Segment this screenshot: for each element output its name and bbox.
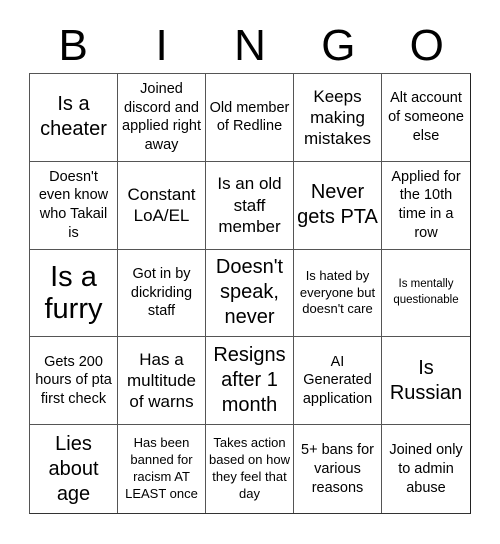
bingo-cell[interactable]: Constant LoA/EL [118, 161, 206, 250]
bingo-cell-text: Applied for the 10th time in a row [391, 168, 461, 242]
bingo-cell[interactable]: Is an old staff member [206, 161, 294, 250]
bingo-cell-text: 5+ bans for various reasons [301, 441, 374, 496]
bingo-cell[interactable]: Takes action based on how they feel that… [206, 425, 294, 513]
bingo-cell[interactable]: Resigns after 1 month [206, 337, 294, 426]
header-letter-n: N [234, 20, 266, 70]
bingo-cell[interactable]: Has a multitude of warns [118, 337, 206, 426]
bingo-cell[interactable]: Doesn't even know who Takail is [30, 161, 118, 250]
bingo-cell-text: Doesn't even know who Takail is [38, 168, 109, 242]
bingo-cell[interactable]: Is mentally questionable [382, 250, 470, 338]
bingo-cell[interactable]: AI Generated application [294, 337, 382, 426]
bingo-cell[interactable]: Alt account of someone else [382, 74, 470, 162]
header-letter-b: B [58, 20, 88, 70]
bingo-cell-text: Has a multitude of warns [127, 349, 196, 412]
bingo-cell-text: Gets 200 hours of pta first check [35, 353, 112, 408]
bingo-cell-text: Constant LoA/EL [127, 184, 196, 226]
header-letter-i: I [155, 20, 168, 70]
bingo-cell-text: Joined discord and applied right away [122, 80, 201, 154]
bingo-cell[interactable]: 5+ bans for various reasons [294, 425, 382, 513]
header-letter-g: G [321, 20, 356, 70]
bingo-cell[interactable]: Is Russian [382, 337, 470, 426]
bingo-cell-text: Doesn't speak, never [215, 256, 284, 329]
bingo-cell-text: Has been banned for racism AT LEAST once [125, 435, 198, 501]
bingo-cell-text: Never gets PTA [297, 181, 378, 229]
bingo-cell[interactable]: Gets 200 hours of pta first check [30, 337, 118, 426]
bingo-cell[interactable]: Old member of Redline [206, 74, 294, 162]
bingo-cell[interactable]: Never gets PTA [294, 161, 382, 250]
bingo-cell[interactable]: Is a furry [30, 249, 118, 338]
bingo-cell[interactable]: Is hated by everyone but doesn't care [294, 249, 382, 338]
bingo-header: B I N G O [29, 18, 471, 73]
bingo-cell-text: Is hated by everyone but doesn't care [299, 267, 376, 317]
bingo-cell[interactable]: Joined discord and applied right away [118, 74, 206, 162]
bingo-cell-text: Got in by dickriding staff [130, 265, 193, 320]
bingo-cell[interactable]: Joined only to admin abuse [382, 425, 470, 513]
bingo-cell-text: Takes action based on how they feel that… [209, 435, 290, 501]
header-letter-o: O [409, 20, 444, 70]
bingo-cell[interactable]: Keeps making mistakes [294, 74, 382, 162]
bingo-grid: Is a cheater Joined discord and applied … [29, 73, 471, 514]
bingo-cell-text: Joined only to admin abuse [389, 441, 463, 496]
bingo-cell-text: Old member of Redline [209, 99, 290, 135]
bingo-cell-text: Is a furry [44, 260, 103, 325]
bingo-cell[interactable]: Doesn't speak, never [206, 249, 294, 338]
bingo-cell-text: Resigns after 1 month [213, 344, 286, 417]
bingo-cell-text: Is a cheater [40, 93, 107, 141]
bingo-cell-text: Keeps making mistakes [303, 86, 372, 149]
bingo-cell-text: Is mentally questionable [393, 278, 459, 306]
bingo-cell-text: AI Generated application [302, 353, 373, 408]
bingo-cell[interactable]: Is a cheater [30, 74, 118, 162]
bingo-cell-text: Is Russian [389, 356, 463, 404]
bingo-cell-text: Lies about age [48, 432, 99, 505]
bingo-cell[interactable]: Applied for the 10th time in a row [382, 162, 470, 250]
bingo-cell[interactable]: Lies about age [30, 425, 118, 513]
bingo-cell[interactable]: Has been banned for racism AT LEAST once [118, 425, 206, 513]
bingo-cell-text: Is an old staff member [217, 174, 282, 236]
bingo-cell-text: Alt account of someone else [388, 90, 464, 144]
bingo-cell[interactable]: Got in by dickriding staff [118, 249, 206, 338]
